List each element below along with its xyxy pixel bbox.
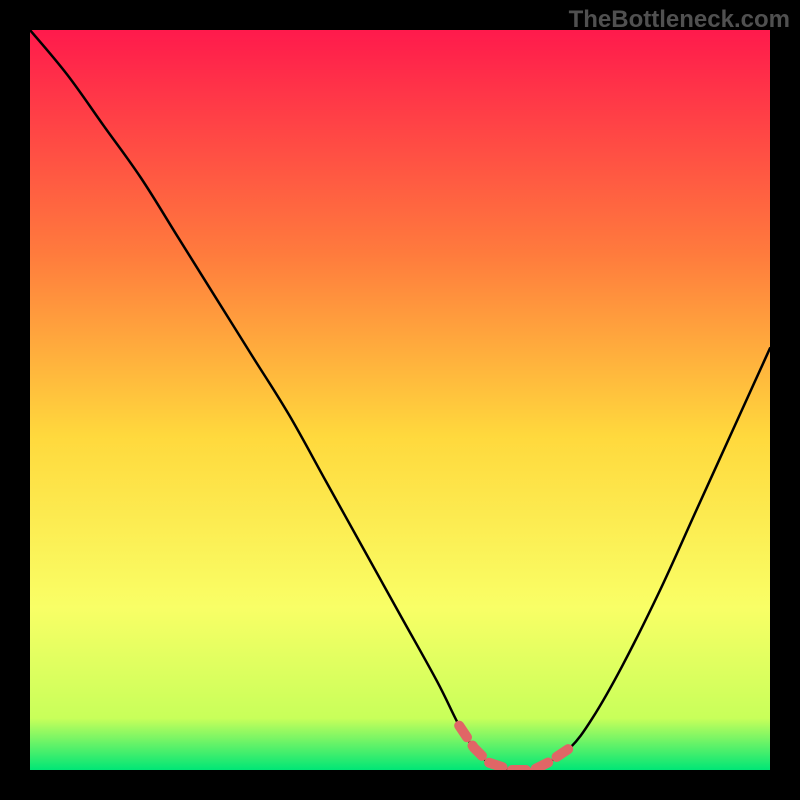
chart-frame: TheBottleneck.com <box>0 0 800 800</box>
bottleneck-plot <box>30 30 770 770</box>
gradient-background <box>30 30 770 770</box>
watermark-text: TheBottleneck.com <box>569 6 790 34</box>
